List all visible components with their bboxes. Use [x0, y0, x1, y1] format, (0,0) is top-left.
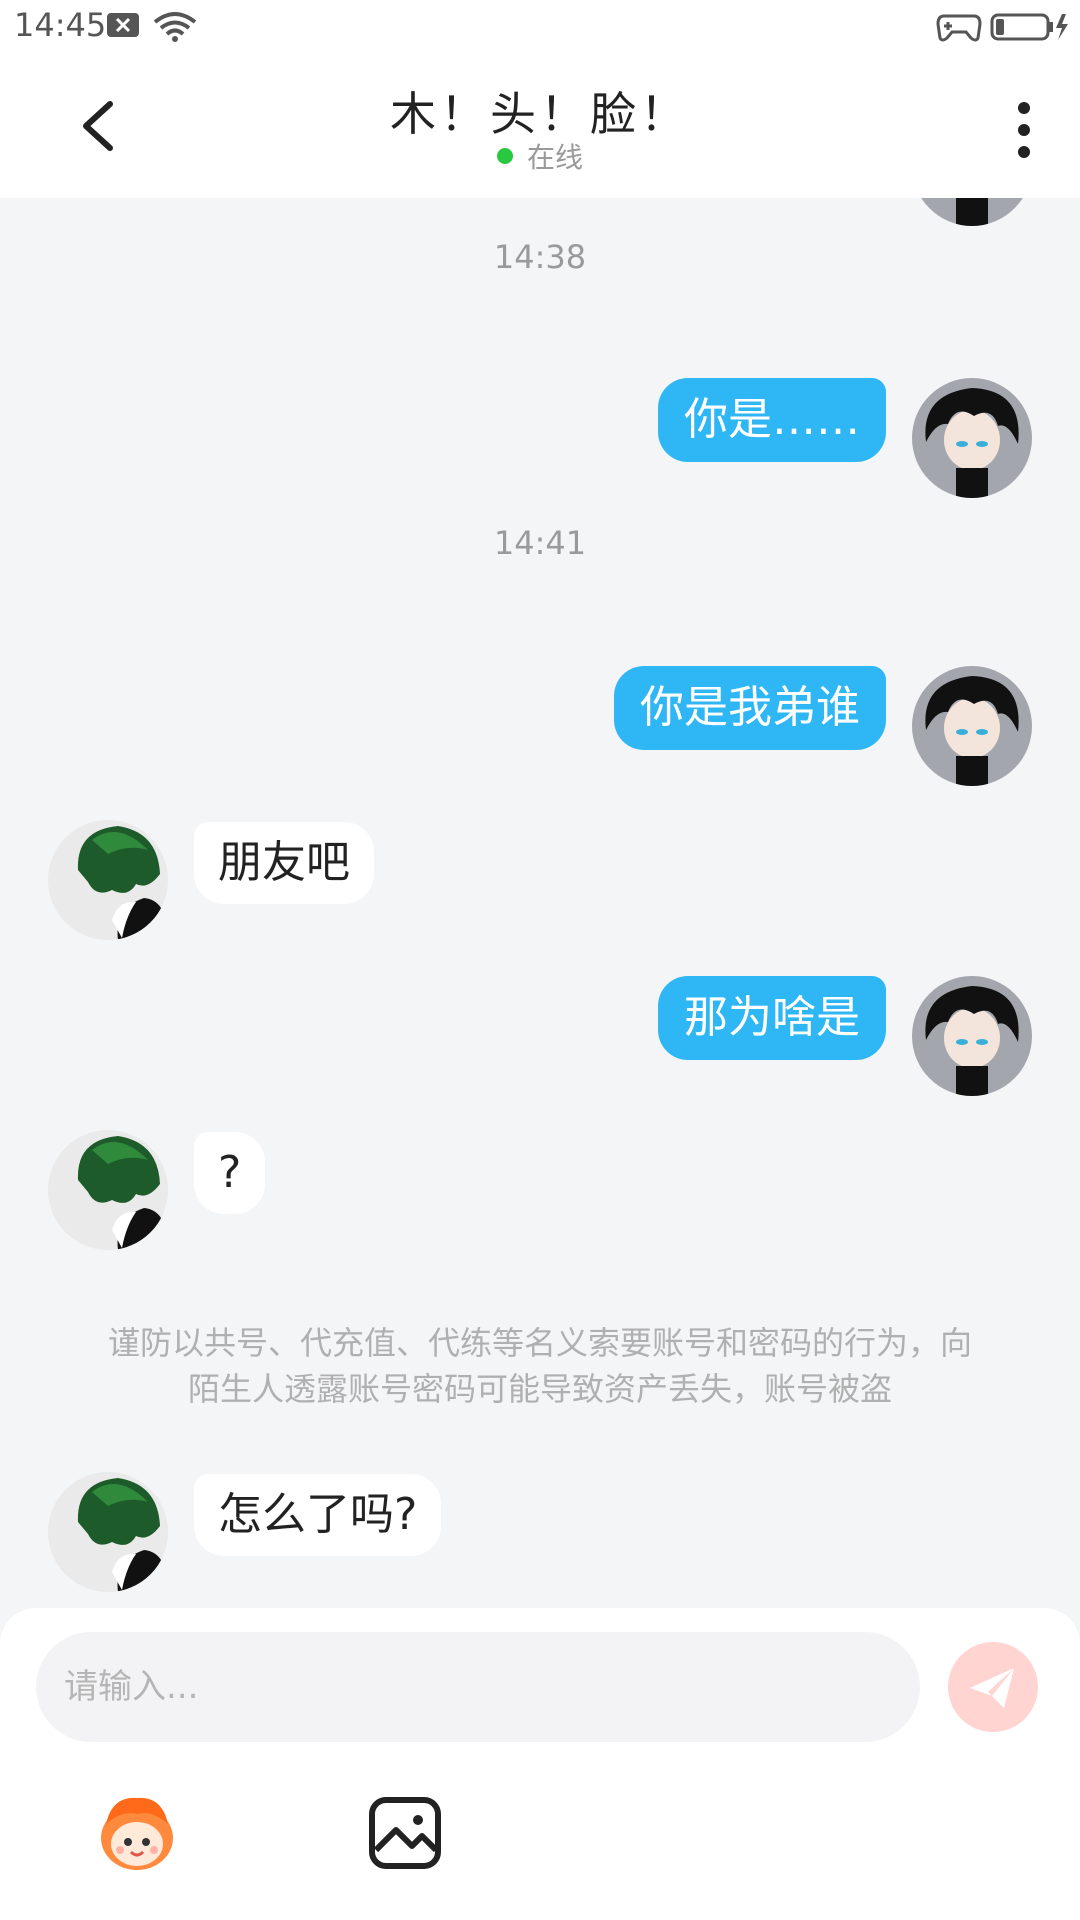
online-status-label: 在线	[526, 141, 583, 174]
self-avatar[interactable]	[912, 378, 1032, 498]
outgoing-message-bubble[interactable]: 那为啥是	[658, 976, 886, 1060]
message-timestamp: 14:38	[493, 238, 587, 276]
online-status: 在线	[0, 136, 1080, 176]
status-time: 14:45	[14, 6, 107, 44]
self-avatar[interactable]	[912, 198, 1032, 226]
composer-bar	[0, 1608, 1080, 1920]
send-icon	[970, 1668, 1014, 1708]
contact-avatar[interactable]	[48, 1472, 168, 1592]
incoming-message-bubble[interactable]: ?	[194, 1132, 266, 1214]
status-bar: 14:45	[0, 0, 1080, 56]
notification-x-icon	[107, 13, 139, 37]
contact-avatar[interactable]	[48, 820, 168, 940]
battery-charging-icon	[990, 13, 1068, 41]
chat-header: 木！头！脸！ 在线	[0, 56, 1080, 198]
incoming-message-bubble[interactable]: 朋友吧	[194, 822, 374, 904]
contact-avatar[interactable]	[48, 1130, 168, 1250]
message-list[interactable]: 14:38 你是…… 14:41 你是我弟谁 朋友吧 那为啥是 ? 谨防以共号、…	[0, 198, 1080, 1608]
self-avatar[interactable]	[912, 976, 1032, 1096]
security-notice: 谨防以共号、代充值、代练等名义索要账号和密码的行为，向陌生人透露账号密码可能导致…	[107, 1324, 972, 1408]
outgoing-message-bubble[interactable]: 你是我弟谁	[614, 666, 886, 750]
online-dot-icon	[496, 148, 513, 164]
self-avatar[interactable]	[912, 666, 1032, 786]
incoming-message-bubble[interactable]: 怎么了吗?	[194, 1474, 442, 1556]
message-timestamp: 14:41	[493, 524, 587, 562]
chat-title: 木！头！脸！	[390, 87, 690, 141]
emoji-mascot-icon[interactable]	[92, 1788, 182, 1878]
image-icon[interactable]	[360, 1788, 450, 1878]
wifi-icon	[153, 12, 197, 42]
more-vertical-icon[interactable]	[1016, 100, 1032, 160]
message-input[interactable]	[36, 1632, 920, 1742]
outgoing-message-bubble[interactable]: 你是……	[658, 378, 886, 462]
send-button[interactable]	[948, 1642, 1038, 1732]
gamepad-icon	[936, 14, 982, 42]
